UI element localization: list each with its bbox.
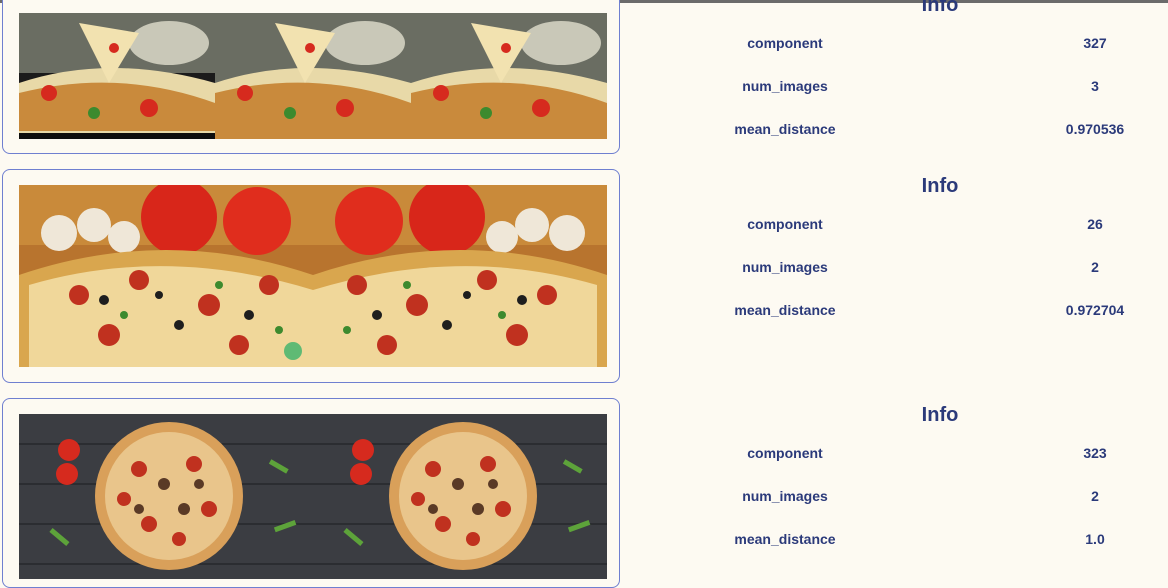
info-key: num_images: [742, 259, 828, 275]
info-row-mean-distance: mean_distance 1.0: [640, 531, 1168, 551]
info-row-mean-distance: mean_distance 0.972704: [640, 302, 1168, 322]
info-row-num-images: num_images 2: [640, 259, 1168, 279]
info-title: Info: [921, 0, 959, 16]
info-row-num-images: num_images 2: [640, 488, 1168, 508]
pizza-image[interactable]: [313, 185, 607, 367]
info-title: Info: [921, 175, 959, 197]
info-value: 26: [1087, 216, 1103, 232]
info-key: component: [747, 445, 823, 461]
info-key: component: [747, 35, 823, 51]
pizza-image[interactable]: [19, 185, 313, 367]
info-key: component: [747, 216, 823, 232]
info-title: Info: [921, 404, 959, 426]
info-value: 3: [1091, 78, 1099, 94]
info-value: 1.0: [1085, 531, 1105, 547]
pizza-image[interactable]: [19, 13, 215, 139]
info-key: mean_distance: [734, 121, 836, 137]
info-value: 0.972704: [1065, 302, 1125, 318]
image-group-card-2[interactable]: [2, 169, 620, 383]
info-row-component: component 323: [640, 445, 1168, 465]
info-value: 327: [1083, 35, 1107, 51]
image-strip: [19, 414, 607, 579]
info-value: 0.970536: [1065, 121, 1125, 137]
info-value: 2: [1091, 488, 1099, 504]
image-strip: [19, 13, 607, 139]
image-group-card-3[interactable]: [2, 398, 620, 588]
info-key: num_images: [742, 78, 828, 94]
info-key: num_images: [742, 488, 828, 504]
info-row-num-images: num_images 3: [640, 78, 1168, 98]
info-value: 323: [1083, 445, 1107, 461]
info-row-mean-distance: mean_distance 0.970536: [640, 121, 1168, 141]
info-key: mean_distance: [734, 531, 836, 547]
image-strip: [19, 185, 607, 367]
info-row-component: component 327: [640, 35, 1168, 55]
info-key: mean_distance: [734, 302, 836, 318]
pizza-image[interactable]: [215, 13, 411, 139]
info-value: 2: [1091, 259, 1099, 275]
pizza-image[interactable]: [313, 414, 607, 579]
pizza-image[interactable]: [19, 414, 313, 579]
info-row-component: component 26: [640, 216, 1168, 236]
pizza-image[interactable]: [411, 13, 607, 139]
image-group-card-1[interactable]: [2, 0, 620, 154]
